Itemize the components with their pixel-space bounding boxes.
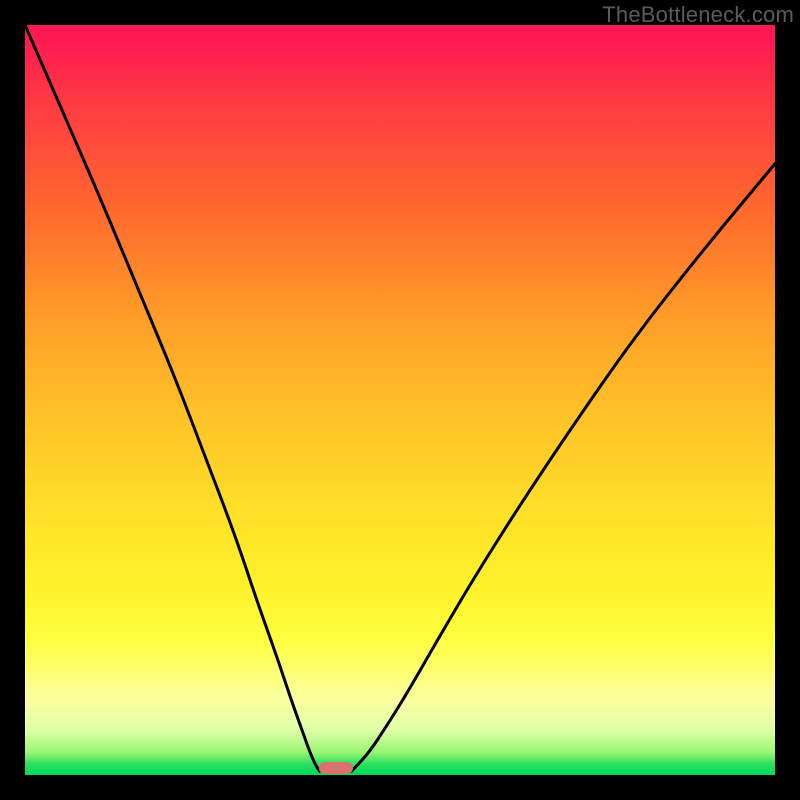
bottleneck-curve [25, 25, 775, 775]
bottleneck-marker [319, 762, 353, 774]
curve-right-branch [351, 164, 775, 772]
chart-frame [25, 25, 775, 775]
watermark-text: TheBottleneck.com [602, 2, 794, 28]
curve-left-branch [25, 25, 320, 771]
